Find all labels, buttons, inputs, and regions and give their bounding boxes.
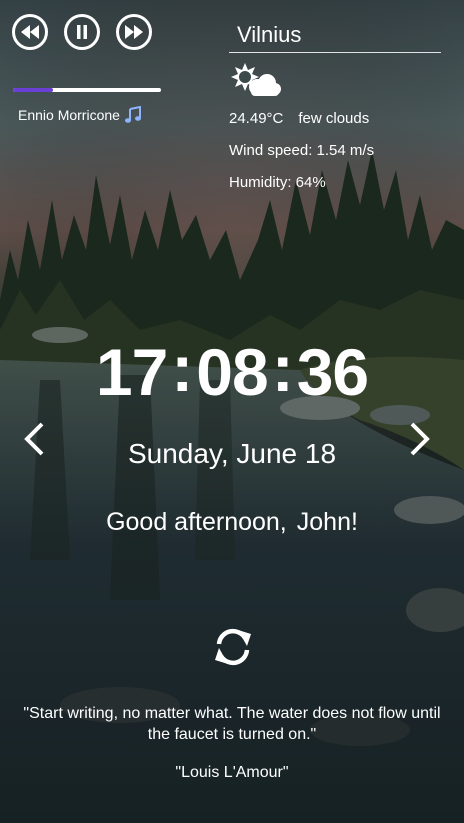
user-name[interactable]: John!	[297, 508, 358, 536]
fast-forward-icon	[125, 25, 143, 39]
pause-icon	[77, 25, 87, 39]
pause-button[interactable]	[64, 14, 100, 50]
humidity: Humidity: 64%	[229, 174, 326, 191]
previous-button[interactable]	[12, 14, 48, 50]
greeting-text: Good afternoon,	[106, 508, 287, 536]
few-clouds-icon	[231, 61, 441, 104]
next-button[interactable]	[116, 14, 152, 50]
refresh-icon	[215, 628, 251, 666]
track-name: Ennio Morricone	[18, 107, 120, 123]
refresh-quote-button[interactable]	[211, 626, 255, 668]
track-title: Ennio Morricone	[18, 106, 142, 124]
clock-separator: :	[271, 331, 294, 405]
date: Sunday, June 18	[127, 438, 337, 469]
track-progress-bar[interactable]	[13, 88, 161, 92]
clock-minutes: 08	[196, 335, 268, 409]
quote-text: "Start writing, no matter what. The wate…	[23, 705, 441, 743]
track-progress-fill	[13, 88, 53, 92]
greeting: Good afternoon, John!	[0, 508, 464, 537]
temperature: 24.49°C	[229, 110, 284, 127]
quote-author: "Louis L'Amour"	[175, 764, 289, 781]
clock-seconds: 36	[296, 335, 369, 409]
temperature-row: 24.49°C few clouds	[229, 110, 441, 127]
player-controls	[12, 14, 164, 50]
city-input[interactable]: Vilnius	[229, 18, 441, 53]
music-note-icon	[124, 106, 141, 123]
clock-separator: :	[171, 331, 193, 405]
weather-widget: Vilnius 24.49°C few clouds Wind speed: 1…	[229, 18, 441, 191]
music-player: Ennio Morricone	[12, 14, 164, 123]
clock-hours: 17	[95, 335, 168, 409]
clock: 17:08:36	[0, 331, 464, 410]
weather-description: few clouds	[298, 110, 370, 127]
rewind-icon	[21, 25, 39, 39]
wind-speed: Wind speed: 1.54 m/s	[229, 142, 375, 159]
